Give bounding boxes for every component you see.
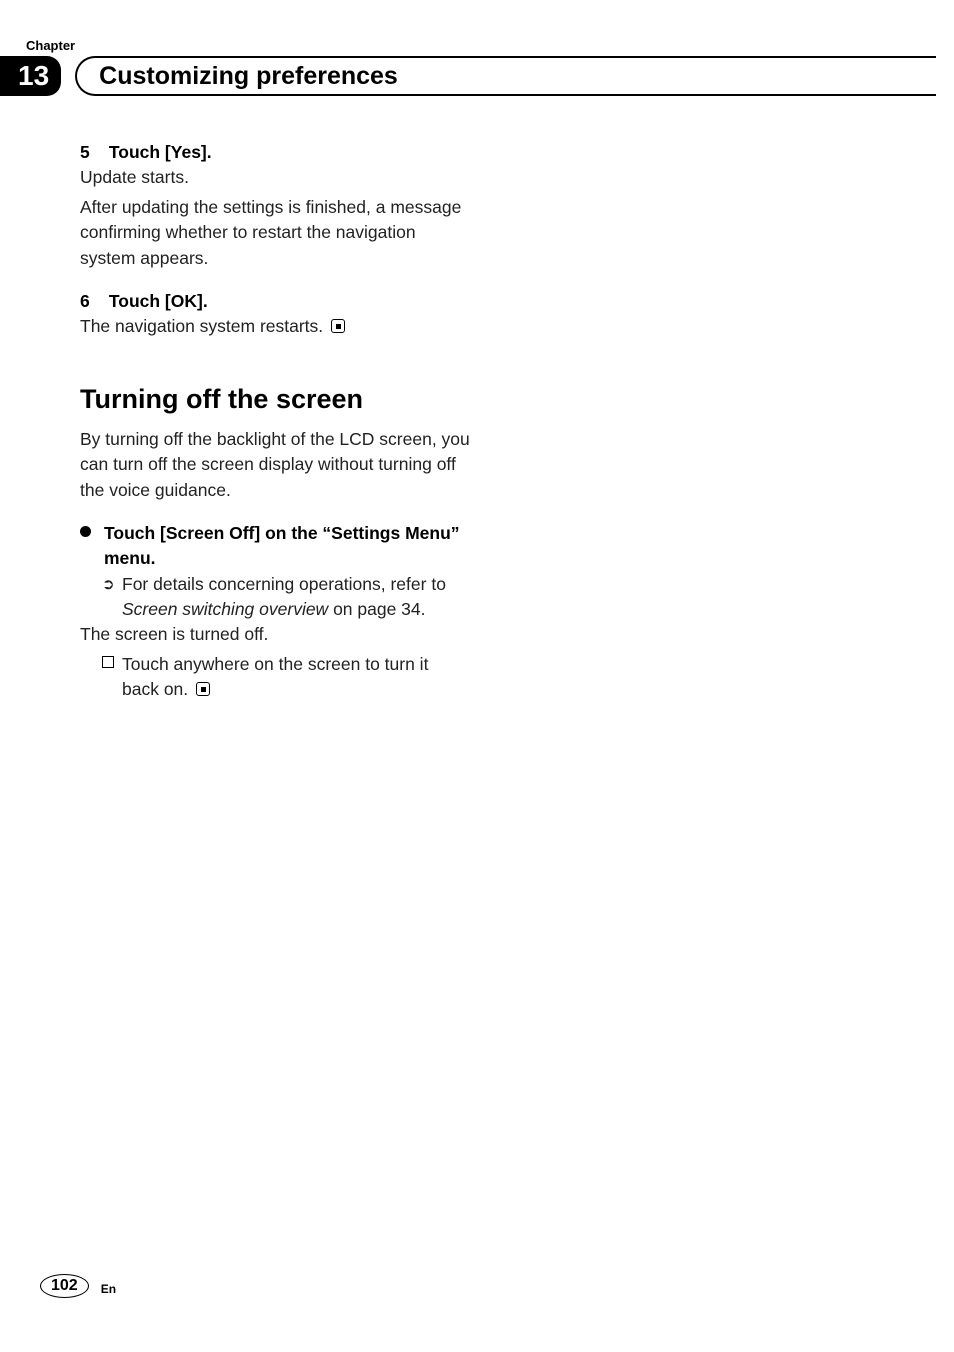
end-section-icon — [331, 319, 345, 333]
note-item: Touch anywhere on the screen to turn it … — [80, 652, 470, 703]
step-6-block: 6 Touch [OK]. The navigation system rest… — [80, 289, 470, 340]
step-5-text-1: Update starts. — [80, 165, 470, 190]
page-footer: 102 En — [40, 1274, 116, 1298]
checkbox-icon — [102, 656, 114, 668]
bullet-step-text: Touch [Screen Off] on the “Settings Menu… — [104, 523, 460, 568]
reference-item: ➲ For details concerning operations, ref… — [80, 572, 470, 623]
step-6-heading: 6 Touch [OK]. — [80, 289, 470, 314]
bullet-dot-icon — [80, 526, 91, 537]
step-6-title: Touch [OK]. — [109, 291, 208, 311]
result-text: The screen is turned off. — [80, 622, 470, 647]
step-5-title: Touch [Yes]. — [109, 142, 212, 162]
turning-off-heading: Turning off the screen — [80, 380, 470, 419]
chapter-label: Chapter — [26, 38, 75, 53]
page-number: 102 — [40, 1274, 89, 1298]
main-content: 5 Touch [Yes]. Update starts. After upda… — [80, 140, 470, 703]
turning-off-intro: By turning off the backlight of the LCD … — [80, 427, 470, 503]
step-5-number: 5 — [80, 140, 104, 165]
arrow-right-icon: ➲ — [102, 574, 115, 596]
step-5-block: 5 Touch [Yes]. Update starts. After upda… — [80, 140, 470, 271]
reference-text-b: on page 34. — [328, 599, 425, 619]
section-title: Customizing preferences — [99, 62, 398, 91]
note-text: Touch anywhere on the screen to turn it … — [122, 654, 428, 699]
step-5-heading: 5 Touch [Yes]. — [80, 140, 470, 165]
step-6-text-content: The navigation system restarts. — [80, 316, 323, 336]
section-title-capsule: Customizing preferences — [75, 56, 954, 96]
language-label: En — [101, 1276, 116, 1296]
bullet-step-heading: Touch [Screen Off] on the “Settings Menu… — [80, 521, 470, 572]
reference-text-a: For details concerning operations, refer… — [122, 574, 446, 594]
step-5-text-2: After updating the settings is finished,… — [80, 195, 470, 271]
end-section-icon2 — [196, 682, 210, 696]
step-6-number: 6 — [80, 289, 104, 314]
reference-text-italic: Screen switching overview — [122, 599, 328, 619]
page-header: 13 Customizing preferences — [0, 56, 954, 96]
step-6-text: The navigation system restarts. — [80, 314, 470, 339]
chapter-number-tab: 13 — [0, 56, 61, 96]
